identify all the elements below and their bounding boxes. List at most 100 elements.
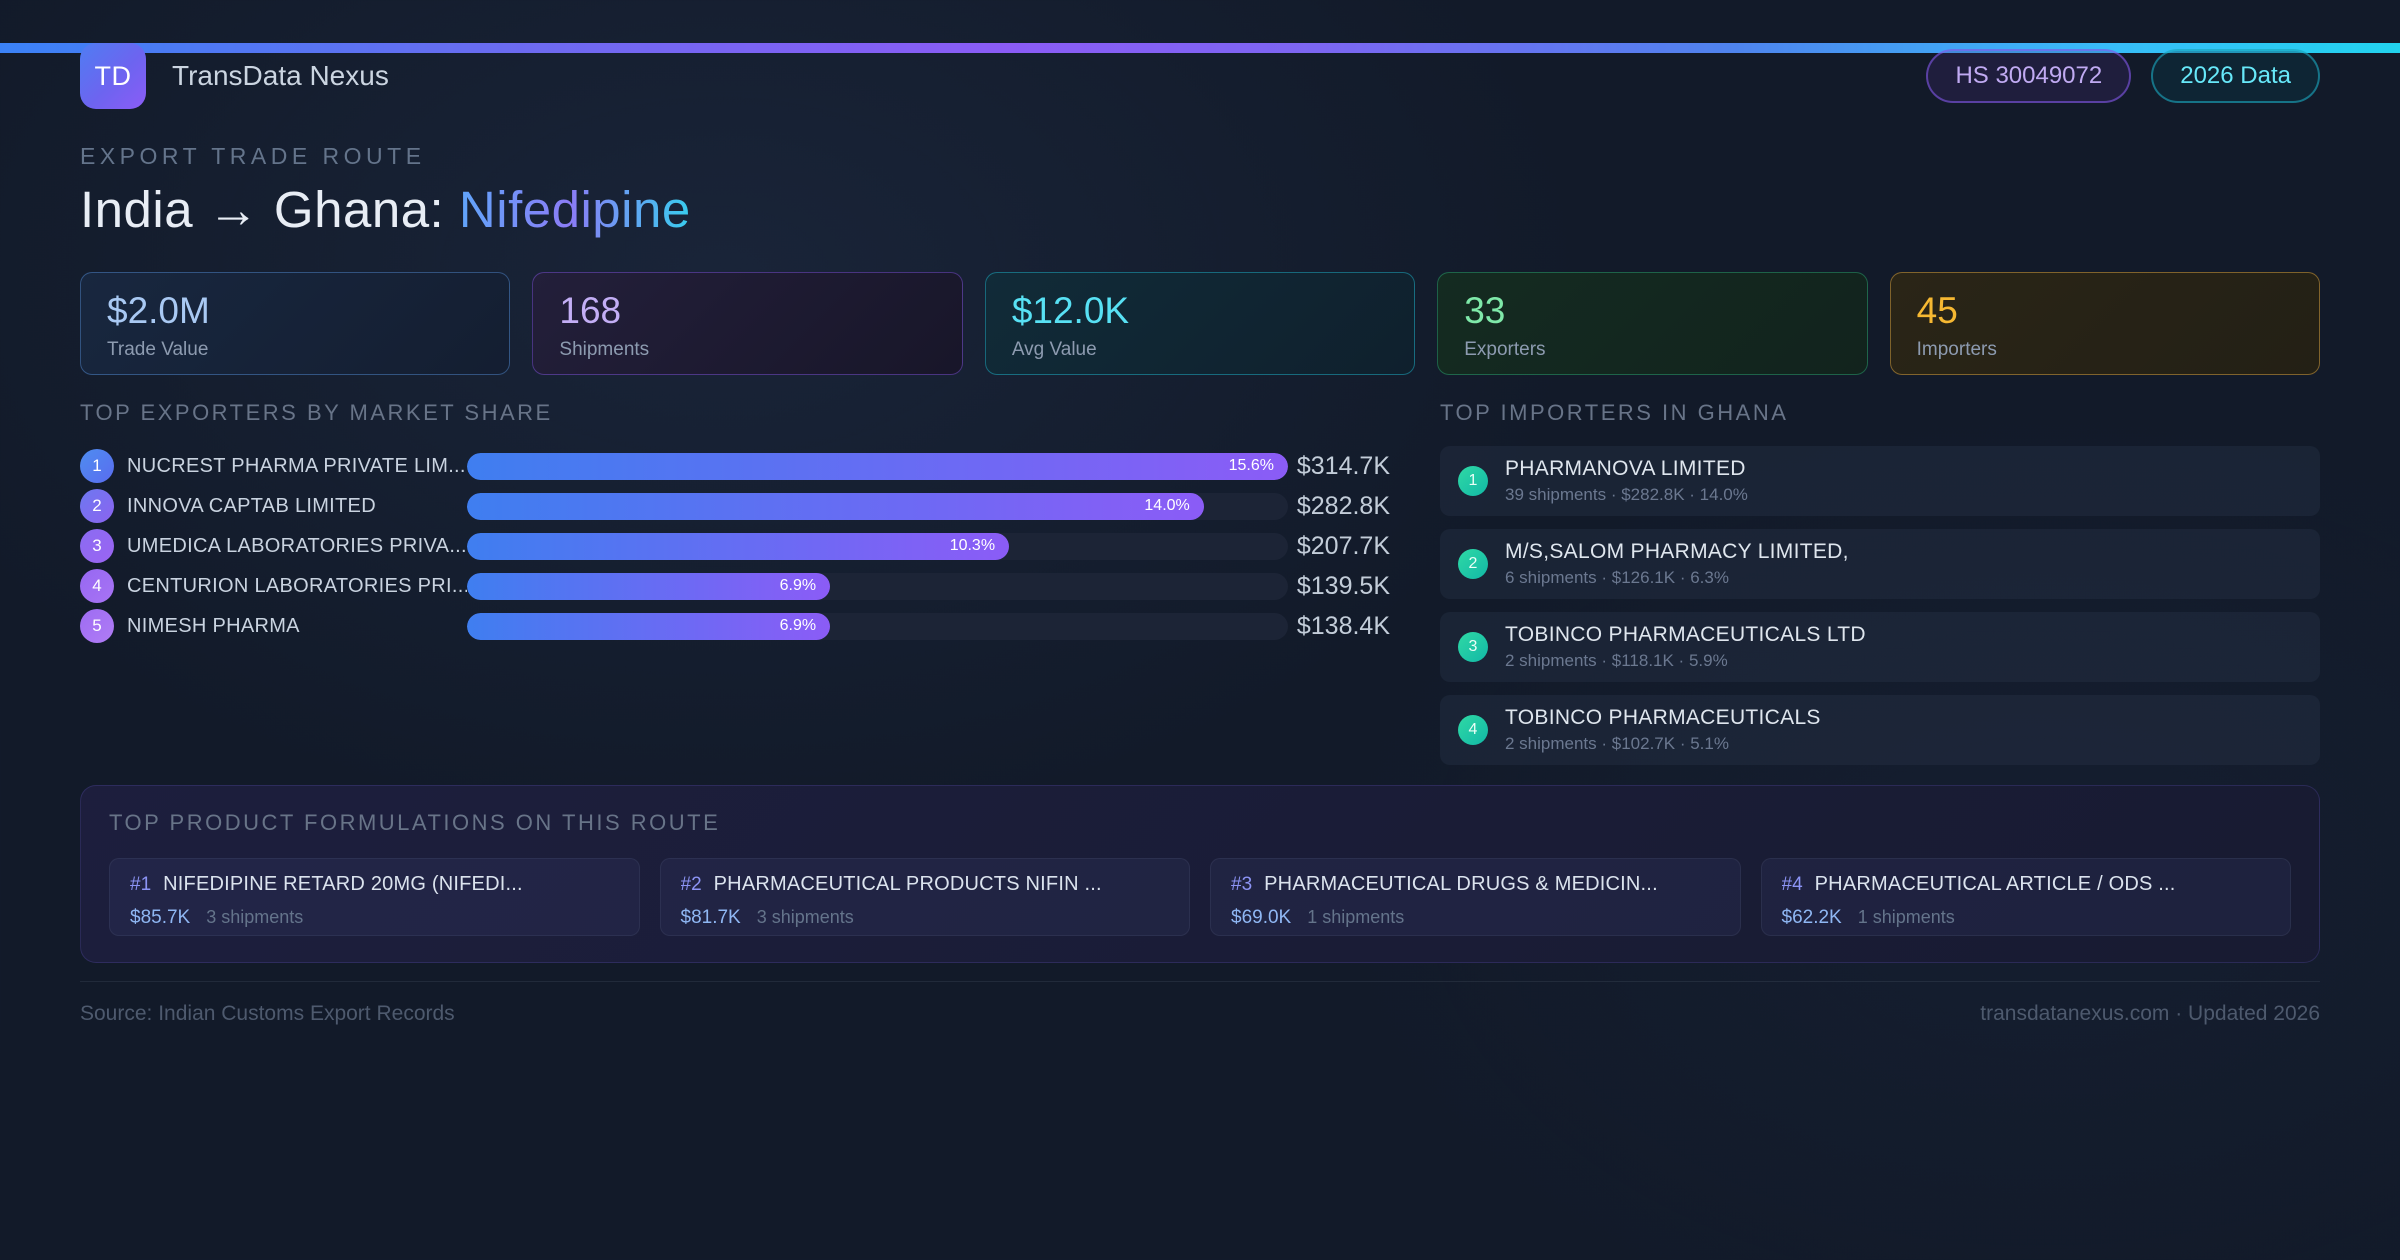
product-shipments: 1 shipments bbox=[1857, 907, 1955, 927]
stat-value: 168 bbox=[559, 290, 622, 331]
product-name-text: PHARMACEUTICAL DRUGS & MEDICIN... bbox=[1264, 873, 1658, 895]
product-name-text: PHARMACEUTICAL PRODUCTS NIFIN ... bbox=[713, 873, 1102, 895]
exporter-value: $314.7K bbox=[1296, 451, 1390, 480]
importer-details: 6 shipments · $126.1K · 6.3% bbox=[1505, 568, 1729, 587]
rank-badge: 4 bbox=[80, 569, 114, 603]
importer-card: 3 TOBINCO PHARMACEUTICALS LTD 2 shipment… bbox=[1440, 612, 2320, 682]
importer-name: TOBINCO PHARMACEUTICALS LTD bbox=[1505, 623, 1866, 646]
product-meta: $62.2K 1 shipments bbox=[1782, 907, 2271, 929]
exporter-value: $207.7K bbox=[1296, 531, 1390, 560]
product-rank: #3 bbox=[1231, 874, 1253, 895]
footer-source: Source: Indian Customs Export Records bbox=[80, 1002, 455, 1025]
importer-details: 39 shipments · $282.8K · 14.0% bbox=[1505, 485, 1748, 504]
rank-badge: 5 bbox=[80, 609, 114, 643]
product-card: #1 NIFEDIPINE RETARD 20MG (NIFEDI... $85… bbox=[109, 858, 640, 936]
route-text: India → Ghana: bbox=[80, 181, 459, 238]
rank-badge: 1 bbox=[80, 449, 114, 483]
importer-text: TOBINCO PHARMACEUTICALS LTD 2 shipments … bbox=[1505, 623, 1866, 671]
importer-card: 2 M/S,SALOM PHARMACY LIMITED, 6 shipment… bbox=[1440, 529, 2320, 599]
exporter-name: NUCREST PHARMA PRIVATE LIM... bbox=[127, 454, 466, 477]
product-header: #1 NIFEDIPINE RETARD 20MG (NIFEDI... bbox=[130, 873, 619, 896]
exporter-value: $139.5K bbox=[1296, 571, 1390, 600]
stat-card-trade-value: $2.0M Trade Value bbox=[80, 272, 511, 375]
header: TD TransData Nexus HS 30049072 2026 Data bbox=[80, 43, 2320, 109]
dashboard-page: TD TransData Nexus HS 30049072 2026 Data… bbox=[0, 43, 2400, 1026]
exporter-name: UMEDICA LABORATORIES PRIVA... bbox=[127, 534, 467, 557]
product-value: $85.7K bbox=[130, 907, 191, 928]
market-share-bar-fill: 6.9% bbox=[467, 572, 831, 600]
stat-card-avg-value: $12.0K Avg Value bbox=[984, 272, 1416, 375]
product-header: #4 PHARMACEUTICAL ARTICLE / ODS ... bbox=[1782, 873, 2271, 896]
stat-value: 33 bbox=[1464, 290, 1506, 331]
product-meta: $69.0K 1 shipments bbox=[1231, 907, 1720, 929]
importer-details: 2 shipments · $102.7K · 5.1% bbox=[1505, 734, 1729, 753]
product-header: #3 PHARMACEUTICAL DRUGS & MEDICIN... bbox=[1231, 873, 1720, 896]
product-rank: #4 bbox=[1781, 874, 1803, 895]
market-share-bar-track: 10.3% bbox=[467, 532, 1288, 560]
stat-label: Avg Value bbox=[1011, 339, 1097, 360]
product-name: Nifedipine bbox=[458, 181, 691, 238]
market-share-percent: 14.0% bbox=[1144, 497, 1190, 514]
rank-badge: 3 bbox=[80, 529, 114, 563]
exporters-section: TOP EXPORTERS BY MARKET SHARE 1 NUCREST … bbox=[80, 400, 1390, 785]
product-shipments: 3 shipments bbox=[206, 907, 304, 927]
product-meta: $85.7K 3 shipments bbox=[130, 907, 619, 929]
exporter-name: INNOVA CAPTAB LIMITED bbox=[127, 494, 376, 517]
exporter-value: $138.4K bbox=[1296, 611, 1390, 640]
importers-section: TOP IMPORTERS IN GHANA 1 PHARMANOVA LIMI… bbox=[1440, 400, 2320, 785]
product-name-text: PHARMACEUTICAL ARTICLE / ODS ... bbox=[1814, 873, 2176, 895]
hs-code-badge[interactable]: HS 30049072 bbox=[1926, 49, 2132, 103]
product-card: #3 PHARMACEUTICAL DRUGS & MEDICIN... $69… bbox=[1210, 858, 1741, 936]
rank-badge: 2 bbox=[80, 489, 114, 523]
exporter-value: $282.8K bbox=[1296, 491, 1390, 520]
brand-name: TransData Nexus bbox=[172, 60, 389, 91]
brand: TD TransData Nexus bbox=[80, 43, 389, 109]
market-share-percent: 10.3% bbox=[949, 537, 996, 554]
importer-text: TOBINCO PHARMACEUTICALS 2 shipments · $1… bbox=[1505, 706, 1821, 754]
product-value: $81.7K bbox=[680, 907, 741, 928]
rank-badge: 2 bbox=[1458, 549, 1488, 579]
exporters-bar-chart: 1 NUCREST PHARMA PRIVATE LIM... 15.6% $3… bbox=[80, 446, 1390, 646]
market-share-bar-track: 6.9% bbox=[467, 612, 1288, 640]
exporter-row: 2 INNOVA CAPTAB LIMITED 14.0% $282.8K bbox=[80, 486, 1390, 526]
importer-text: PHARMANOVA LIMITED 39 shipments · $282.8… bbox=[1505, 457, 1748, 505]
market-share-bar-fill: 15.6% bbox=[467, 452, 1288, 480]
exporter-row: 4 CENTURION LABORATORIES PRI... 6.9% $13… bbox=[80, 566, 1390, 606]
market-share-percent: 15.6% bbox=[1228, 457, 1274, 474]
stat-cards: $2.0M Trade Value 168 Shipments $12.0K A… bbox=[80, 272, 2321, 375]
stat-value: $12.0K bbox=[1011, 290, 1130, 331]
main-columns: TOP EXPORTERS BY MARKET SHARE 1 NUCREST … bbox=[80, 400, 2320, 785]
product-card: #2 PHARMACEUTICAL PRODUCTS NIFIN ... $81… bbox=[659, 858, 1190, 936]
importer-details: 2 shipments · $118.1K · 5.9% bbox=[1505, 651, 1728, 670]
rank-badge: 1 bbox=[1458, 466, 1488, 496]
product-value: $69.0K bbox=[1231, 907, 1292, 928]
product-rank: #1 bbox=[130, 874, 152, 895]
importer-text: M/S,SALOM PHARMACY LIMITED, 6 shipments … bbox=[1505, 540, 1849, 588]
stat-card-importers: 45 Importers bbox=[1889, 272, 2321, 375]
stat-label: Shipments bbox=[559, 339, 650, 360]
product-rank: #2 bbox=[680, 874, 702, 895]
importer-name: TOBINCO PHARMACEUTICALS bbox=[1505, 706, 1821, 729]
market-share-bar-track: 6.9% bbox=[467, 572, 1288, 600]
exporter-row: 3 UMEDICA LABORATORIES PRIVA... 10.3% $2… bbox=[80, 526, 1390, 566]
header-badges: HS 30049072 2026 Data bbox=[1926, 49, 2320, 103]
brand-logo-text: TD bbox=[94, 60, 132, 91]
market-share-bar-track: 14.0% bbox=[467, 492, 1288, 520]
importers-list: 1 PHARMANOVA LIMITED 39 shipments · $282… bbox=[1440, 446, 2320, 765]
page-title: India → Ghana: Nifedipine bbox=[80, 180, 2320, 239]
importer-card: 1 PHARMANOVA LIMITED 39 shipments · $282… bbox=[1440, 446, 2320, 516]
stat-label: Exporters bbox=[1464, 339, 1546, 360]
product-header: #2 PHARMACEUTICAL PRODUCTS NIFIN ... bbox=[681, 873, 1170, 896]
year-data-badge[interactable]: 2026 Data bbox=[2151, 49, 2320, 103]
brand-logo: TD bbox=[80, 43, 146, 109]
stat-card-exporters: 33 Exporters bbox=[1437, 272, 1868, 375]
exporters-section-title: TOP EXPORTERS BY MARKET SHARE bbox=[80, 400, 553, 425]
exporter-row: 1 NUCREST PHARMA PRIVATE LIM... 15.6% $3… bbox=[80, 446, 1390, 486]
product-card: #4 PHARMACEUTICAL ARTICLE / ODS ... $62.… bbox=[1760, 858, 2291, 936]
market-share-bar-fill: 10.3% bbox=[467, 532, 1010, 560]
footer: Source: Indian Customs Export Records tr… bbox=[80, 981, 2320, 1026]
product-meta: $81.7K 3 shipments bbox=[681, 907, 1170, 929]
importer-card: 4 TOBINCO PHARMACEUTICALS 2 shipments · … bbox=[1440, 695, 2320, 765]
market-share-percent: 6.9% bbox=[779, 617, 817, 634]
exporter-name: NIMESH PHARMA bbox=[127, 614, 300, 637]
